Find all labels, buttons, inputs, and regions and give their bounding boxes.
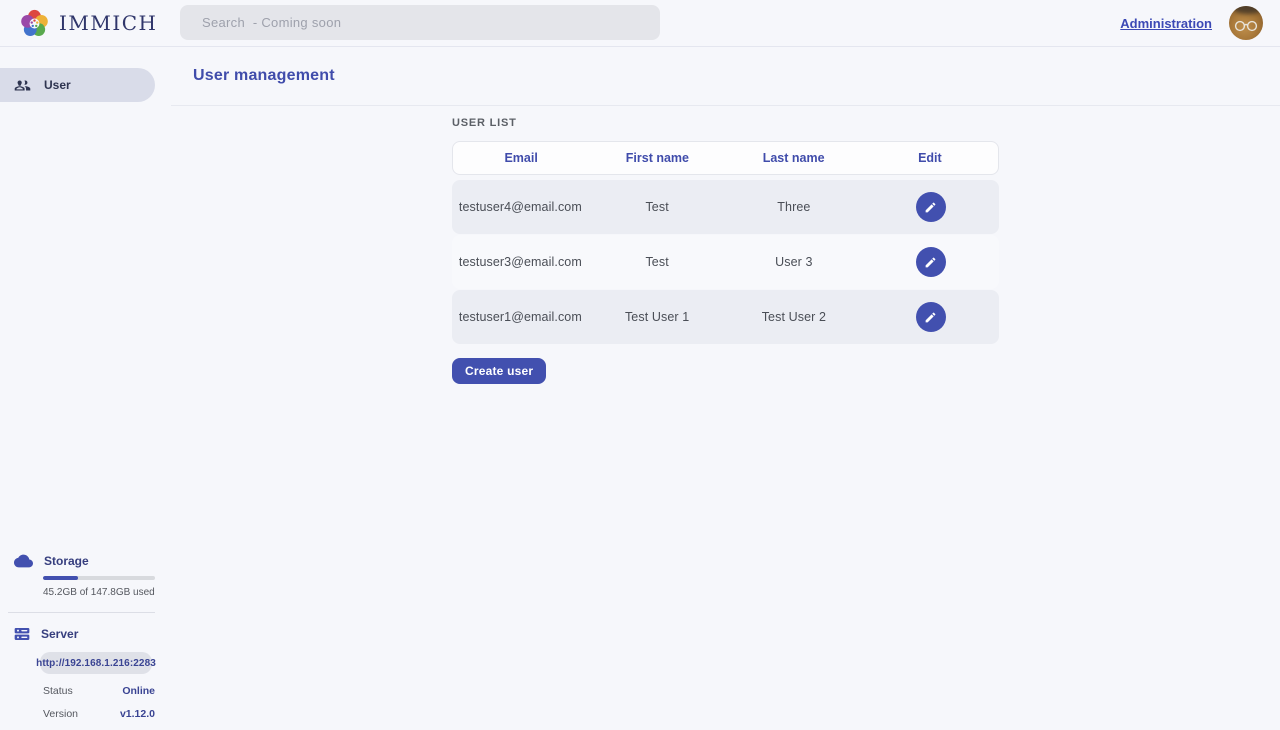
pencil-icon <box>924 311 937 324</box>
search-input[interactable] <box>180 5 660 40</box>
status-value: Online <box>122 685 155 697</box>
cell-first-name: Test <box>589 200 726 214</box>
page-body: USER LIST Email First name Last name Edi… <box>171 106 1280 730</box>
storage-usage-text: 45.2GB of 147.8GB used <box>43 587 155 598</box>
header-right: Administration <box>1120 6 1280 40</box>
server-section-header: Server <box>0 626 155 642</box>
cell-email: testuser1@email.com <box>452 310 589 324</box>
cell-email: testuser4@email.com <box>452 200 589 214</box>
cell-first-name: Test <box>589 255 726 269</box>
pencil-icon <box>924 256 937 269</box>
pencil-icon <box>924 201 937 214</box>
sidebar-item-user[interactable]: User <box>0 68 155 102</box>
users-icon <box>14 77 31 94</box>
immich-flower-icon <box>18 7 51 40</box>
server-url-badge: http://192.168.1.216:2283 <box>40 652 152 674</box>
cell-last-name: Test User 2 <box>726 310 863 324</box>
cell-last-name: Three <box>726 200 863 214</box>
table-header-row: Email First name Last name Edit <box>452 141 999 175</box>
sidebar: User Storage 45.2GB of 147.8GB used <box>0 47 171 730</box>
cell-first-name: Test User 1 <box>589 310 726 324</box>
table-row: testuser3@email.com Test User 3 <box>452 235 999 289</box>
cell-last-name: User 3 <box>726 255 863 269</box>
logo-wordmark: IMMICH <box>59 11 158 35</box>
cloud-icon <box>14 554 33 568</box>
sidebar-divider <box>8 612 155 613</box>
immich-admin-app: IMMICH Administration User <box>0 0 1280 730</box>
create-user-button[interactable]: Create user <box>452 358 546 384</box>
storage-title: Storage <box>44 554 89 568</box>
server-version-row: Version v1.12.0 <box>43 708 155 720</box>
edit-user-button[interactable] <box>916 302 946 332</box>
main-content: User management USER LIST Email First na… <box>171 47 1280 730</box>
sidebar-item-label: User <box>44 78 71 92</box>
glasses-icon <box>1233 19 1259 33</box>
server-status-row: Status Online <box>43 685 155 697</box>
storage-section-header: Storage <box>0 554 155 568</box>
immich-logo[interactable]: IMMICH <box>0 7 158 40</box>
edit-user-button[interactable] <box>916 247 946 277</box>
user-table-container: USER LIST Email First name Last name Edi… <box>452 117 999 345</box>
column-header-email: Email <box>453 151 589 165</box>
column-header-first-name: First name <box>589 151 725 165</box>
cell-email: testuser3@email.com <box>452 255 589 269</box>
edit-user-button[interactable] <box>916 192 946 222</box>
storage-progress-fill <box>43 576 78 580</box>
avatar[interactable] <box>1229 6 1263 40</box>
page-title: User management <box>193 67 335 85</box>
version-value: v1.12.0 <box>120 708 155 720</box>
server-icon <box>14 626 30 642</box>
user-list-label: USER LIST <box>452 117 999 129</box>
server-title: Server <box>41 627 78 641</box>
administration-link[interactable]: Administration <box>1120 16 1212 31</box>
storage-progress-bar <box>43 576 155 580</box>
table-row: testuser1@email.com Test User 1 Test Use… <box>452 290 999 344</box>
create-user-row: Create user <box>452 345 999 384</box>
sidebar-bottom-panel: Storage 45.2GB of 147.8GB used <box>0 554 155 720</box>
status-label: Status <box>43 685 73 697</box>
top-header: IMMICH Administration <box>0 0 1280 47</box>
version-label: Version <box>43 708 78 720</box>
search-bar <box>180 5 660 40</box>
column-header-edit: Edit <box>862 151 998 165</box>
page-header: User management <box>171 47 1280 106</box>
column-header-last-name: Last name <box>726 151 862 165</box>
table-row: testuser4@email.com Test Three <box>452 180 999 234</box>
